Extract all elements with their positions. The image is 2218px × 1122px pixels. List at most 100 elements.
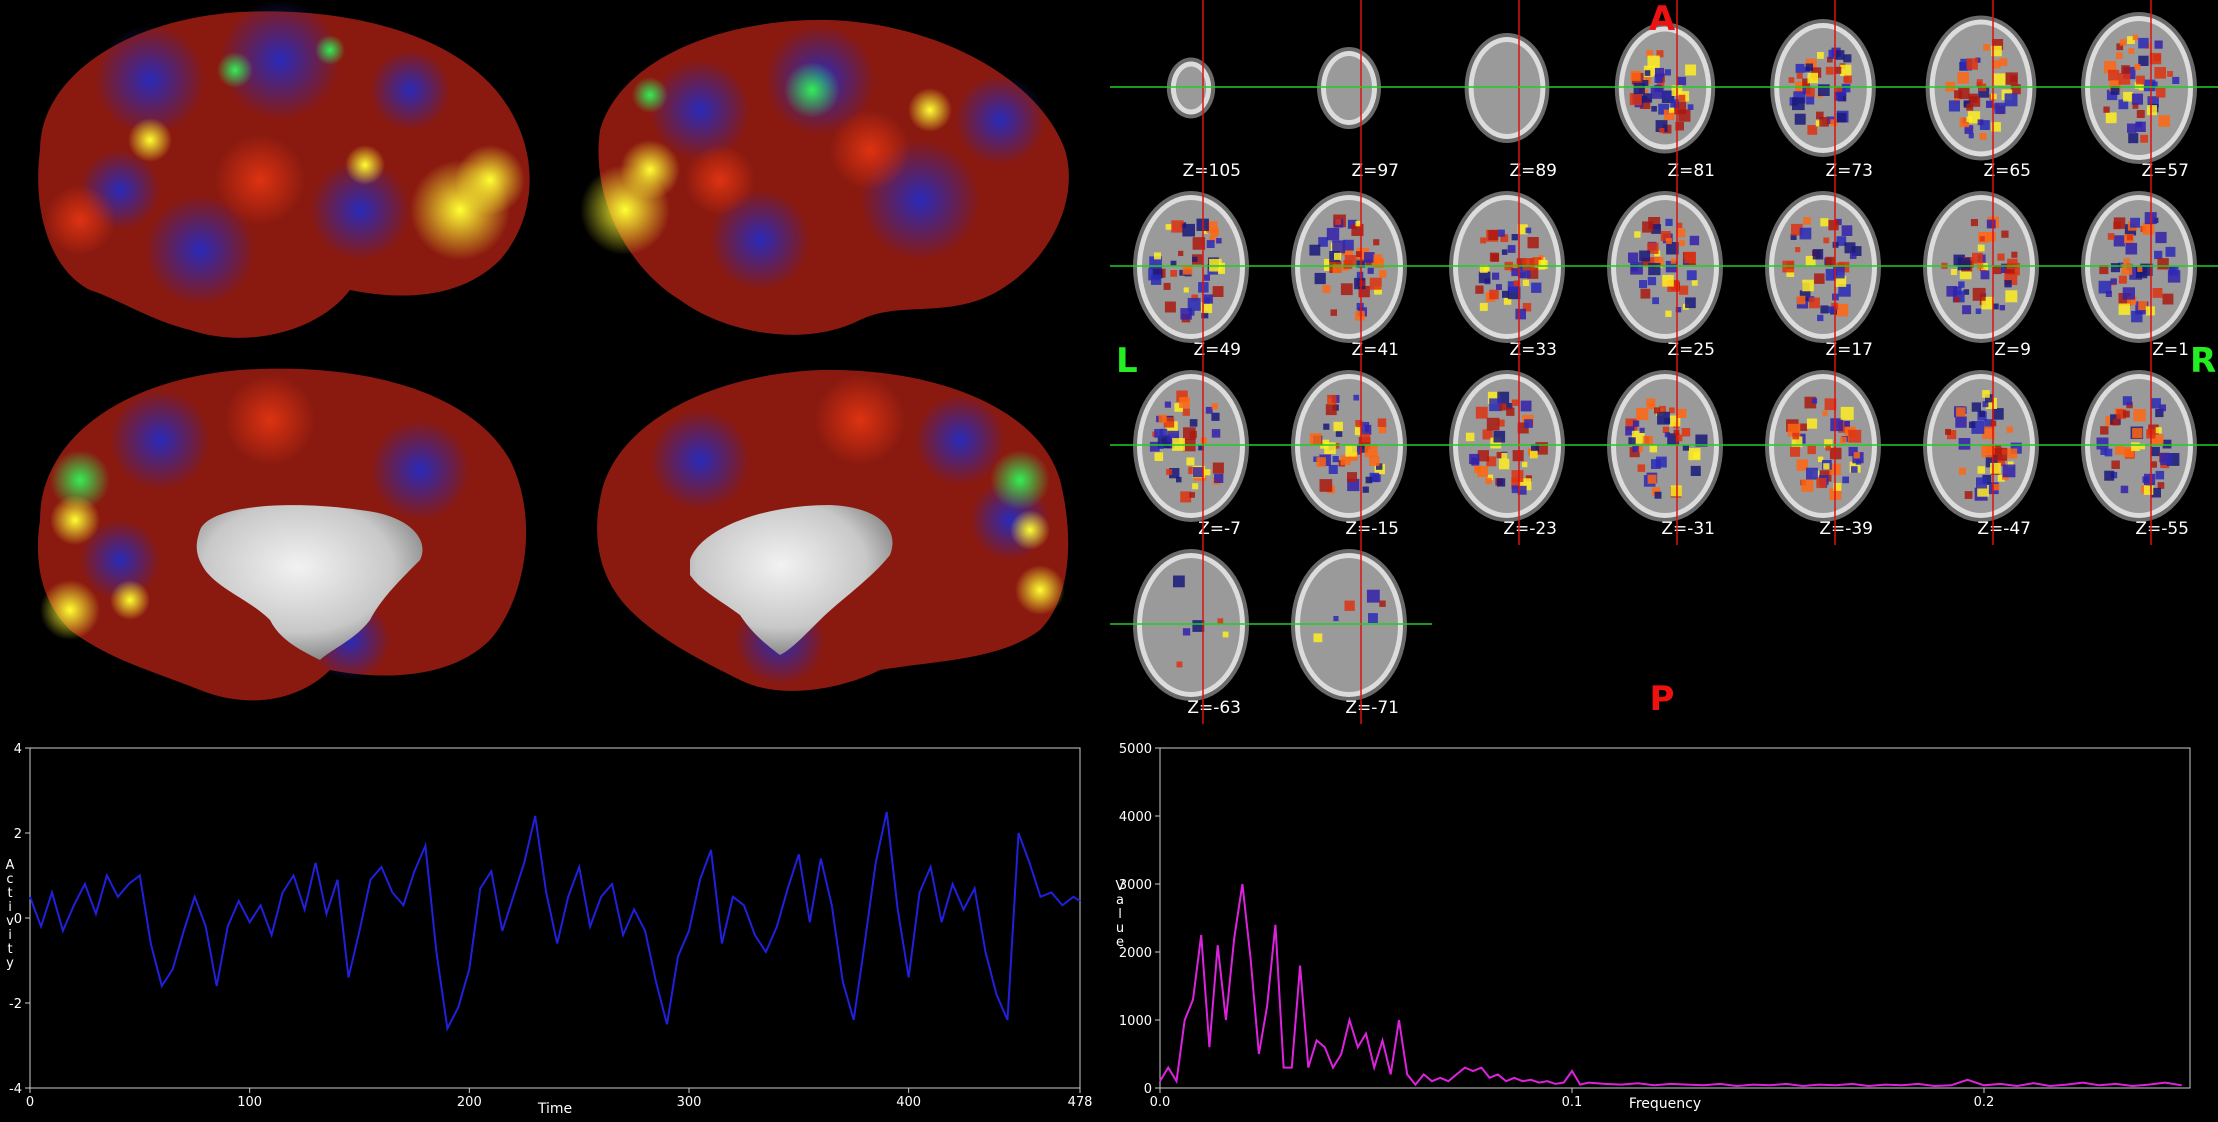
activation-voxel xyxy=(2096,437,2109,450)
activation-voxel xyxy=(1154,452,1164,461)
activation-voxel xyxy=(2110,278,2117,285)
activation-voxel xyxy=(1158,414,1167,423)
slice-brain xyxy=(1175,66,1207,110)
activation-voxel xyxy=(1794,113,1806,125)
slice-z-label: Z=73 xyxy=(1825,161,1873,181)
y-tick-label: -4 xyxy=(9,1082,22,1097)
activation-voxel xyxy=(1316,457,1326,467)
activation-voxel xyxy=(1501,249,1508,255)
activation-voxel xyxy=(1361,433,1371,443)
activation-voxel xyxy=(1309,244,1321,256)
activation-voxel xyxy=(1379,270,1387,278)
activation-voxel xyxy=(1633,82,1645,95)
activation-voxel xyxy=(1957,72,1969,84)
activation-voxel xyxy=(2113,235,2125,247)
axial-slice: Z=-23 xyxy=(1449,370,1565,539)
activation-voxel xyxy=(1677,408,1687,418)
activation-voxel xyxy=(1203,274,1210,281)
slice-z-label: Z=-55 xyxy=(2135,519,2189,539)
y-tick-label: 0 xyxy=(14,912,22,927)
activation-voxel xyxy=(1378,425,1387,434)
activation-voxel xyxy=(1527,237,1539,249)
activation-voxel xyxy=(1496,284,1502,290)
activation-voxel xyxy=(2143,485,2154,495)
activation-voxel xyxy=(1364,252,1375,263)
activation-voxel xyxy=(1849,252,1857,259)
activation-voxel xyxy=(1489,289,1499,300)
activation-voxel xyxy=(2155,231,2167,244)
activation-voxel xyxy=(2150,398,2161,409)
axial-slice: Z=1 xyxy=(2081,191,2197,360)
activation-voxel xyxy=(1853,452,1860,459)
activation-voxel xyxy=(2128,133,2139,144)
activation-voxel xyxy=(1958,281,1965,288)
activation-voxel xyxy=(1628,437,1636,445)
activation-voxel xyxy=(1792,432,1800,440)
activation-voxel xyxy=(1367,267,1374,274)
activation-voxel xyxy=(1189,419,1198,427)
activation-voxel xyxy=(1802,279,1814,292)
activation-voxel xyxy=(1496,478,1506,487)
activation-voxel xyxy=(2152,288,2163,298)
activation-voxel xyxy=(2114,446,2124,455)
activation-voxel xyxy=(2135,121,2146,132)
activation-voxel xyxy=(1830,119,1838,127)
activation-voxel xyxy=(1480,237,1487,244)
slice-z-label: Z=33 xyxy=(1509,340,1557,360)
activation-voxel xyxy=(1957,257,1971,271)
activation-voxel xyxy=(1353,394,1360,401)
activation-voxel xyxy=(2165,246,2176,257)
activation-voxel xyxy=(1328,464,1338,474)
activation-voxel xyxy=(2104,448,2113,457)
activation-voxel xyxy=(1151,274,1162,285)
activation-voxel xyxy=(2155,88,2166,98)
activation-voxel xyxy=(1970,219,1978,227)
activation-voxel xyxy=(1322,285,1331,293)
activation-voxel xyxy=(1982,390,1990,398)
activation-voxel xyxy=(1979,236,1985,242)
axial-slice: Z=41 xyxy=(1291,191,1407,360)
activation-voxel xyxy=(1806,418,1818,429)
x-tick-label: 300 xyxy=(677,1095,702,1110)
timeseries-xlabel: Time xyxy=(537,1101,572,1117)
activation-voxel xyxy=(1647,474,1657,484)
activation-voxel xyxy=(2140,134,2149,143)
activation-voxel xyxy=(2122,287,2135,300)
activation-voxel xyxy=(1365,476,1373,484)
activation-voxel xyxy=(2154,67,2166,79)
activation-voxel xyxy=(1958,467,1966,475)
activation-voxel xyxy=(1520,400,1532,412)
activation-voxel xyxy=(1990,462,2001,474)
activation-voxel xyxy=(1978,410,1986,417)
ylabel-letter: v xyxy=(6,914,14,929)
activation-voxel xyxy=(1678,94,1686,102)
activation-voxel xyxy=(1334,252,1342,260)
x-tick-label: 478 xyxy=(1068,1095,1093,1110)
activation-voxel xyxy=(1506,407,1515,416)
activation-voxel xyxy=(1345,445,1357,457)
activation-voxel xyxy=(1670,258,1676,264)
activation-voxel xyxy=(1997,253,2005,261)
slice-z-label: Z=-71 xyxy=(1345,698,1399,718)
activation-voxel xyxy=(2007,448,2018,459)
activation-voxel xyxy=(2122,396,2132,406)
activation-voxel xyxy=(1834,50,1845,60)
activation-voxel xyxy=(1362,486,1369,493)
activation-voxel xyxy=(1825,66,1834,75)
activation-voxel xyxy=(1840,406,1854,420)
activation-voxel xyxy=(1799,227,1812,240)
activation-voxel xyxy=(2131,442,2140,451)
timeseries-panel: 4 2 0 -2 -4 0 100 200 300 400 478 Time Activity xyxy=(0,730,1110,1118)
activation-voxel xyxy=(1816,477,1827,489)
activation-voxel xyxy=(1848,429,1862,443)
activation-voxel xyxy=(1843,54,1852,63)
activation-voxel xyxy=(2137,266,2143,272)
slice-z-label: Z=65 xyxy=(1983,161,2031,181)
activation-voxel xyxy=(1171,220,1184,233)
activation-voxel xyxy=(2157,258,2169,270)
activation-voxel xyxy=(1629,93,1642,106)
activation-voxel xyxy=(1632,445,1639,453)
activation-voxel xyxy=(1792,97,1805,111)
activation-voxel xyxy=(1665,92,1671,99)
activation-voxel xyxy=(2155,470,2165,480)
